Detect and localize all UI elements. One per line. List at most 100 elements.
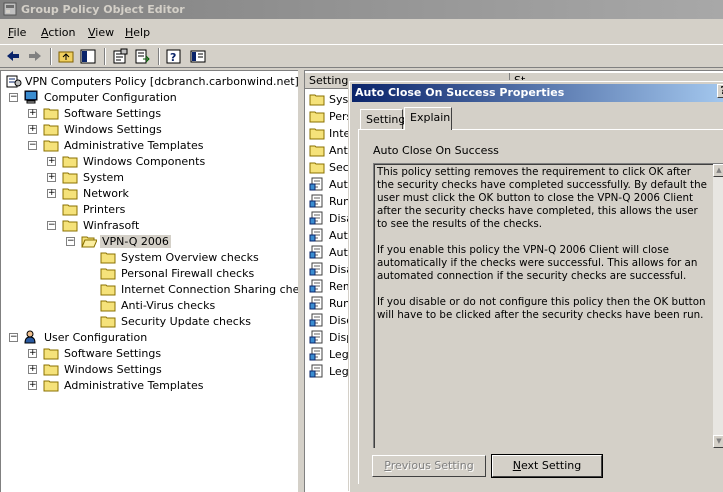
previous-setting-button[interactable]: Previous Setting <box>372 455 486 477</box>
collapse-icon[interactable]: − <box>66 237 75 246</box>
tab-explain[interactable]: Explain <box>404 107 452 130</box>
toolbar-separator <box>104 48 106 65</box>
tree-internet-connection-sharing-checks[interactable]: Internet Connection Sharing checks <box>1 281 298 297</box>
up-folder-icon[interactable] <box>57 48 75 65</box>
policy-setting-icon <box>309 194 325 208</box>
collapse-icon[interactable]: − <box>47 221 56 230</box>
menu-help[interactable]: Help <box>125 26 150 39</box>
collapse-icon[interactable]: − <box>9 333 18 342</box>
forward-icon[interactable] <box>26 48 44 65</box>
tree-cc-windows-settings[interactable]: + Windows Settings <box>1 121 297 137</box>
folder-icon <box>43 122 59 136</box>
dialog-help-button[interactable]: ? <box>717 84 723 98</box>
dialog-title: Auto Close On Success Properties <box>355 86 565 99</box>
list-item-label: Run <box>329 195 351 208</box>
policy-setting-icon <box>309 330 325 344</box>
explain-scrollbar[interactable]: ▲ ▼ <box>713 164 723 448</box>
folder-icon <box>309 160 325 174</box>
menu-bar: File Action View Help <box>0 22 723 42</box>
expand-icon[interactable]: + <box>28 109 37 118</box>
folder-icon <box>43 346 59 360</box>
back-icon[interactable] <box>4 48 22 65</box>
svg-text:?: ? <box>170 51 176 64</box>
properties-dialog: Auto Close On Success Properties ? Setti… <box>349 81 723 492</box>
folder-icon <box>62 154 78 168</box>
policy-setting-icon <box>309 262 325 276</box>
folder-icon <box>100 298 116 312</box>
tab-setting[interactable]: Setting <box>360 109 405 129</box>
help-icon[interactable]: ? <box>165 48 183 65</box>
folder-icon <box>309 126 325 140</box>
folder-icon <box>100 266 116 280</box>
folder-icon <box>309 109 325 123</box>
policy-setting-icon <box>309 245 325 259</box>
menu-view[interactable]: View <box>88 26 114 39</box>
computer-icon <box>23 90 39 104</box>
policy-setting-icon <box>309 313 325 327</box>
tree-uc-software-settings[interactable]: + Software Settings <box>1 345 297 361</box>
list-item-label: Run <box>329 297 351 310</box>
expand-icon[interactable]: + <box>28 349 37 358</box>
explain-paragraph: If you enable this policy the VPN-Q 2006… <box>377 244 698 282</box>
menu-file[interactable]: File <box>8 26 26 39</box>
folder-icon <box>43 138 59 152</box>
tree-cc-administrative-templates[interactable]: − Administrative Templates <box>1 137 297 153</box>
folder-icon <box>100 314 116 328</box>
folder-icon <box>100 250 116 264</box>
policy-setting-icon <box>309 296 325 310</box>
policy-setting-icon <box>309 228 325 242</box>
expand-icon[interactable]: + <box>28 125 37 134</box>
menu-action[interactable]: Action <box>41 26 75 39</box>
dialog-title-bar[interactable]: Auto Close On Success Properties <box>352 84 723 102</box>
tree-network[interactable]: + Network <box>1 185 297 201</box>
tree-system-overview-checks[interactable]: System Overview checks <box>1 249 297 265</box>
folder-icon <box>100 282 116 296</box>
tree-uc-administrative-templates[interactable]: + Administrative Templates <box>1 377 297 393</box>
folder-icon <box>62 170 78 184</box>
scroll-up-icon[interactable]: ▲ <box>713 164 723 177</box>
tree-printers[interactable]: Printers <box>1 201 297 217</box>
next-setting-button[interactable]: Next Setting <box>491 454 603 478</box>
collapse-icon[interactable]: − <box>28 141 37 150</box>
policy-setting-icon <box>309 347 325 361</box>
collapse-icon[interactable]: − <box>9 93 18 102</box>
window-title-bar[interactable]: Group Policy Object Editor <box>0 0 723 19</box>
tree-windows-components[interactable]: + Windows Components <box>1 153 297 169</box>
explain-text-box[interactable]: This policy setting removes the requirem… <box>373 163 723 448</box>
expand-icon[interactable]: + <box>47 157 56 166</box>
expand-icon[interactable]: + <box>47 189 56 198</box>
toolbar-separator <box>50 48 52 65</box>
show-hide-tree-icon[interactable] <box>79 48 97 65</box>
explain-paragraph: If you disable or do not configure this … <box>377 296 706 321</box>
export-list-icon[interactable] <box>133 48 151 65</box>
policy-setting-icon <box>309 279 325 293</box>
folder-icon <box>43 362 59 376</box>
policy-setting-icon <box>309 364 325 378</box>
tree-pane[interactable]: VPN Computers Policy [dcbranch.carbonwin… <box>0 70 298 492</box>
policy-setting-icon <box>309 177 325 191</box>
scroll-down-icon[interactable]: ▼ <box>713 435 723 448</box>
expand-icon[interactable]: + <box>47 173 56 182</box>
tree-uc-windows-settings[interactable]: + Windows Settings <box>1 361 297 377</box>
tree-personal-firewall-checks[interactable]: Personal Firewall checks <box>1 265 297 281</box>
tree-vpnq-2006[interactable]: − VPN-Q 2006 <box>1 233 297 249</box>
tree-cc-software-settings[interactable]: + Software Settings <box>1 105 297 121</box>
expand-icon[interactable]: + <box>28 365 37 374</box>
properties-icon[interactable] <box>111 48 129 65</box>
extended-view-icon[interactable] <box>189 48 207 65</box>
policy-root-icon <box>6 74 22 88</box>
tree-winfrasoft[interactable]: − Winfrasoft <box>1 217 297 233</box>
tree-root-policy[interactable]: VPN Computers Policy [dcbranch.carbonwin… <box>1 73 298 89</box>
tree-system[interactable]: + System <box>1 169 297 185</box>
folder-icon <box>309 143 325 157</box>
toolbar: ? <box>0 44 723 68</box>
tree-computer-configuration[interactable]: − Computer Configuration <box>1 89 297 105</box>
tree-user-configuration[interactable]: − User Configuration <box>1 329 297 345</box>
folder-icon <box>43 106 59 120</box>
folder-icon <box>62 202 78 216</box>
expand-icon[interactable]: + <box>28 381 37 390</box>
gpo-editor-icon <box>3 2 17 16</box>
policy-name: Auto Close On Success <box>373 144 499 157</box>
tree-security-update-checks[interactable]: Security Update checks <box>1 313 297 329</box>
tree-anti-virus-checks[interactable]: Anti-Virus checks <box>1 297 297 313</box>
